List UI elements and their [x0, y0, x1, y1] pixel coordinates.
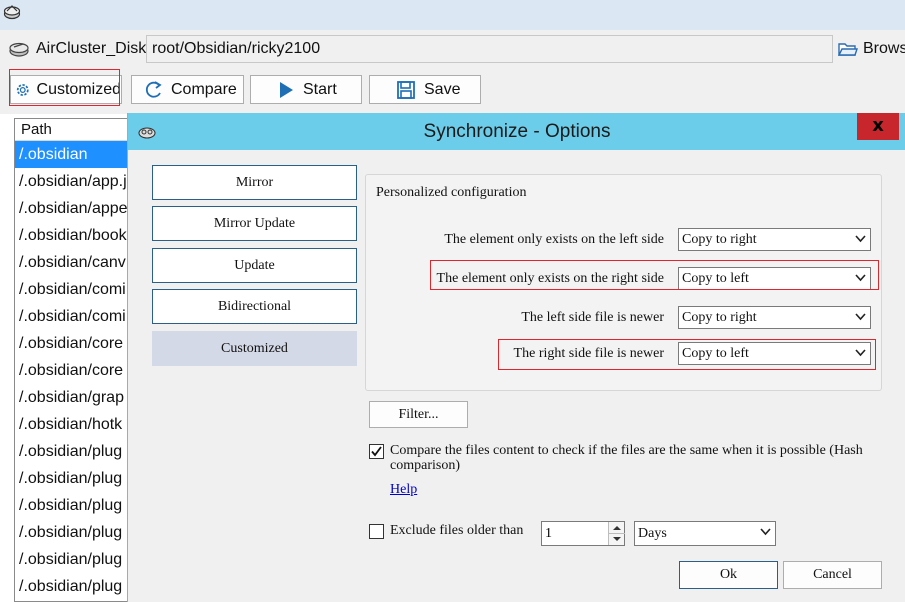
- start-button[interactable]: Start: [250, 75, 362, 104]
- rule-select-left-newer[interactable]: Copy to right: [678, 306, 871, 329]
- file-list-row[interactable]: /.obsidian/core: [15, 330, 127, 357]
- mode-customized-button[interactable]: Customized: [152, 331, 357, 366]
- stepper-buttons[interactable]: [608, 522, 625, 545]
- group-title: Personalized configuration: [376, 185, 527, 200]
- app-drive-icon: [3, 5, 21, 20]
- start-label: Start: [303, 80, 337, 98]
- rule-select-right-newer[interactable]: Copy to left: [678, 342, 871, 365]
- cancel-button[interactable]: Cancel: [783, 561, 882, 589]
- mode-bidirectional-button[interactable]: Bidirectional: [152, 289, 357, 324]
- compare-label: Compare: [171, 80, 237, 98]
- rule-select-left-only[interactable]: Copy to right: [678, 228, 871, 251]
- gear-icon: [16, 83, 29, 96]
- dialog-title: Synchronize - Options: [423, 121, 611, 142]
- main-title-bar: [0, 0, 905, 30]
- compare-content-label-line1: Compare the files content to check if th…: [390, 443, 863, 458]
- file-list-row[interactable]: /.obsidian/comi: [15, 276, 127, 303]
- synchronize-options-dialog: Synchronize - Options x Mirror Mirror Up…: [127, 113, 905, 602]
- exclude-amount-value: 1: [545, 526, 552, 541]
- dialog-title-bar: Synchronize - Options x: [128, 113, 905, 150]
- path-column-header[interactable]: Path: [15, 119, 127, 141]
- floppy-disk-icon: [397, 80, 415, 99]
- file-list-row[interactable]: /.obsidian/plug: [15, 465, 127, 492]
- exclude-older-checkbox[interactable]: [369, 524, 384, 539]
- help-link[interactable]: Help: [390, 482, 417, 498]
- file-list-row[interactable]: /.obsidian/hotk: [15, 411, 127, 438]
- chevron-down-icon: [855, 349, 866, 357]
- mode-mirror-button[interactable]: Mirror: [152, 165, 357, 200]
- file-list-row[interactable]: /.obsidian/plug: [15, 546, 127, 573]
- file-list-row[interactable]: /.obsidian: [15, 141, 127, 168]
- close-icon: x: [872, 115, 884, 136]
- customized-label: Customized: [36, 80, 121, 98]
- ok-button[interactable]: Ok: [679, 561, 778, 589]
- path-bar: AirCluster_Disk Brows: [0, 30, 905, 68]
- customized-button[interactable]: Customized: [10, 75, 122, 104]
- up-down-arrows-icon: [609, 526, 625, 541]
- folder-icon: [838, 43, 858, 56]
- exclude-unit-value: Days: [638, 526, 667, 541]
- mode-update-button[interactable]: Update: [152, 248, 357, 283]
- file-list-row[interactable]: /.obsidian/plug: [15, 573, 127, 600]
- file-list-row[interactable]: /.obsidian/comi: [15, 303, 127, 330]
- mode-mirror-update-button[interactable]: Mirror Update: [152, 206, 357, 241]
- exclude-unit-select[interactable]: Days: [634, 521, 776, 546]
- file-list-row[interactable]: /.obsidian/appe: [15, 195, 127, 222]
- chevron-down-icon: [855, 235, 866, 243]
- save-button[interactable]: Save: [369, 75, 481, 104]
- checkmark-icon: [371, 446, 382, 457]
- file-list-row[interactable]: /.obsidian/plug: [15, 519, 127, 546]
- save-label: Save: [424, 80, 461, 98]
- chevron-down-icon: [855, 313, 866, 321]
- compare-content-checkbox[interactable]: [369, 444, 384, 459]
- file-list-row[interactable]: /.obsidian/plug: [15, 492, 127, 519]
- file-list-row[interactable]: /.obsidian/book: [15, 222, 127, 249]
- rule-value-left-newer: Copy to right: [682, 310, 757, 325]
- chevron-down-icon: [855, 274, 866, 282]
- rule-value-left-only: Copy to right: [682, 232, 757, 247]
- close-button[interactable]: x: [857, 113, 899, 140]
- file-list[interactable]: Path /.obsidian/.obsidian/app.j/.obsidia…: [14, 118, 128, 602]
- file-list-row[interactable]: /.obsidian/app.j: [15, 168, 127, 195]
- browse-button[interactable]: Brows: [838, 40, 905, 58]
- toolbar: Customized Compare Start Save: [0, 68, 905, 114]
- file-list-row[interactable]: /.obsidian/grap: [15, 384, 127, 411]
- browse-label: Brows: [863, 40, 905, 57]
- refresh-icon: [145, 80, 162, 98]
- rule-value-right-only: Copy to left: [682, 271, 749, 286]
- rule-label-right-newer: The right side file is newer: [513, 346, 664, 361]
- rule-label-right-only: The element only exists on the right sid…: [436, 271, 664, 286]
- rule-label-left-only: The element only exists on the left side: [444, 232, 664, 247]
- drive-label: AirCluster_Disk: [36, 40, 147, 57]
- rule-select-right-only[interactable]: Copy to left: [678, 267, 871, 290]
- exclude-amount-stepper[interactable]: 1: [541, 521, 625, 546]
- exclude-older-label: Exclude files older than: [390, 523, 524, 538]
- filter-button[interactable]: Filter...: [369, 401, 468, 428]
- compare-content-label-line2: comparison): [390, 458, 460, 473]
- path-input[interactable]: [146, 35, 833, 63]
- rule-value-right-newer: Copy to left: [682, 346, 749, 361]
- compare-button[interactable]: Compare: [131, 75, 244, 104]
- file-list-row[interactable]: /.obsidian/canv: [15, 249, 127, 276]
- rule-label-left-newer: The left side file is newer: [521, 310, 664, 325]
- chevron-down-icon: [760, 528, 771, 536]
- file-list-row[interactable]: /.obsidian/plug: [15, 438, 127, 465]
- drive-icon: [9, 42, 29, 57]
- file-list-rows: /.obsidian/.obsidian/app.j/.obsidian/app…: [15, 141, 127, 600]
- personalized-configuration-group: Personalized configuration The element o…: [365, 174, 882, 391]
- file-list-row[interactable]: /.obsidian/core: [15, 357, 127, 384]
- play-icon: [280, 81, 293, 98]
